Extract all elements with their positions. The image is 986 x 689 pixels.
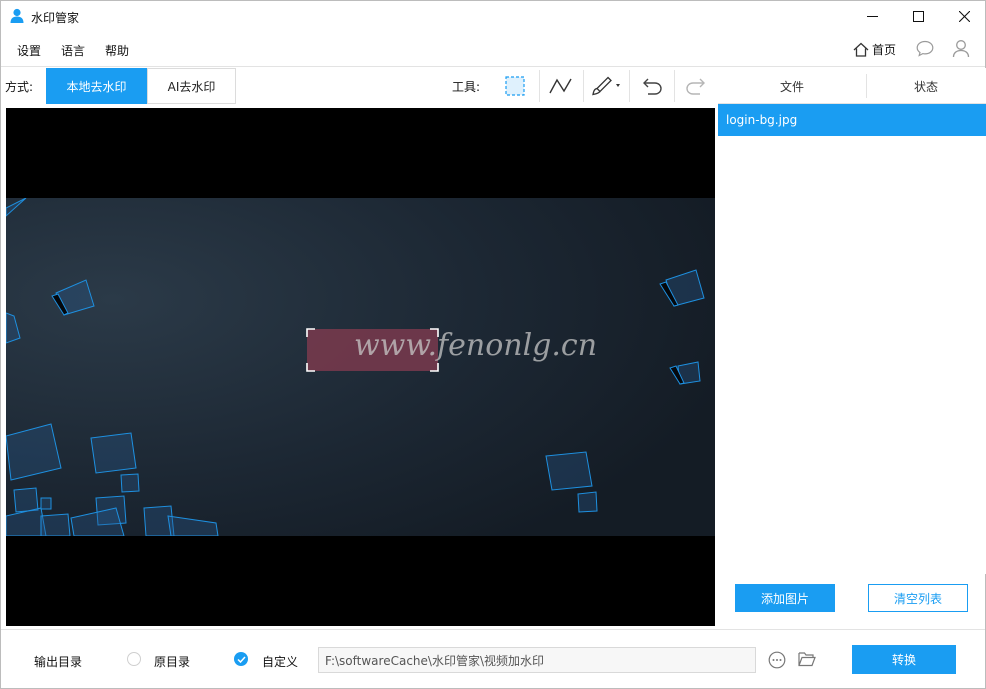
menu-bar: 设置 语言 帮助 首页	[1, 32, 985, 67]
maximize-button[interactable]	[895, 1, 941, 32]
output-path-input[interactable]	[318, 647, 756, 673]
folder-open-icon[interactable]	[798, 651, 816, 667]
redo-button[interactable]	[676, 68, 716, 104]
title-bar[interactable]: 水印管家	[1, 1, 985, 32]
convert-button[interactable]: 转换	[852, 645, 956, 674]
tool-separator	[674, 70, 675, 102]
radio-original-dir[interactable]	[127, 652, 141, 666]
close-icon	[958, 11, 970, 22]
window-title: 水印管家	[31, 11, 80, 25]
rect-select-icon	[505, 76, 525, 96]
menu-settings[interactable]: 设置	[17, 42, 41, 59]
col-status: 状态	[914, 80, 939, 94]
menu-help[interactable]: 帮助	[105, 42, 129, 59]
col-file: 文件	[780, 80, 805, 94]
polyline-tool[interactable]	[541, 68, 581, 104]
user-app-icon	[10, 8, 24, 23]
undo-button[interactable]	[631, 68, 673, 104]
add-image-button[interactable]: 添加图片	[735, 584, 835, 612]
undo-icon	[643, 78, 662, 95]
minimize-button[interactable]	[849, 1, 895, 32]
preview-image: www.fenonlg.cn	[6, 198, 715, 536]
file-row[interactable]: login-bg.jpg	[718, 104, 986, 136]
redo-icon	[686, 78, 705, 95]
polyline-icon	[549, 78, 572, 94]
tool-separator	[539, 70, 540, 102]
minimize-icon	[866, 16, 878, 17]
menu-language[interactable]: 语言	[61, 42, 85, 59]
home-label: 首页	[872, 42, 897, 57]
clear-list-button[interactable]: 清空列表	[868, 584, 968, 612]
file-list-header: 文件 状态	[718, 68, 986, 104]
mode-local-button[interactable]: 本地去水印	[46, 68, 147, 104]
output-bar: 输出目录 原目录 自定义 转换	[1, 629, 985, 688]
output-dir-label: 输出目录	[34, 655, 83, 669]
mode-ai-button[interactable]: AI去水印	[147, 68, 236, 104]
tool-separator	[629, 70, 630, 102]
user-icon[interactable]	[952, 39, 970, 58]
mode-label: 方式:	[5, 80, 34, 94]
chat-icon[interactable]	[916, 40, 934, 57]
check-icon	[236, 655, 246, 663]
more-options-icon[interactable]	[768, 651, 786, 669]
rect-select-tool[interactable]	[496, 68, 534, 104]
home-link[interactable]: 首页	[853, 40, 896, 58]
watermark-text: www.fenonlg.cn	[354, 328, 597, 363]
tools-label: 工具:	[452, 80, 481, 94]
header-divider	[866, 74, 867, 98]
file-name: login-bg.jpg	[726, 113, 798, 127]
custom-dir-label[interactable]: 自定义	[262, 653, 298, 670]
radio-custom-dir[interactable]	[234, 652, 248, 666]
tool-row: 方式: 本地去水印 AI去水印 工具:	[1, 68, 717, 104]
brush-tool[interactable]	[585, 68, 627, 104]
home-icon	[853, 42, 869, 57]
brush-icon	[592, 76, 620, 96]
original-dir-label[interactable]: 原目录	[154, 653, 190, 670]
file-list: login-bg.jpg	[718, 104, 986, 574]
tool-separator	[583, 70, 584, 102]
image-canvas[interactable]: www.fenonlg.cn	[6, 108, 715, 626]
app-window: 水印管家 设置 语言 帮助 首页 方式: 本地去水印 AI去水印 工具: 文件 …	[0, 0, 986, 689]
close-button[interactable]	[941, 1, 986, 32]
maximize-icon	[912, 11, 924, 22]
